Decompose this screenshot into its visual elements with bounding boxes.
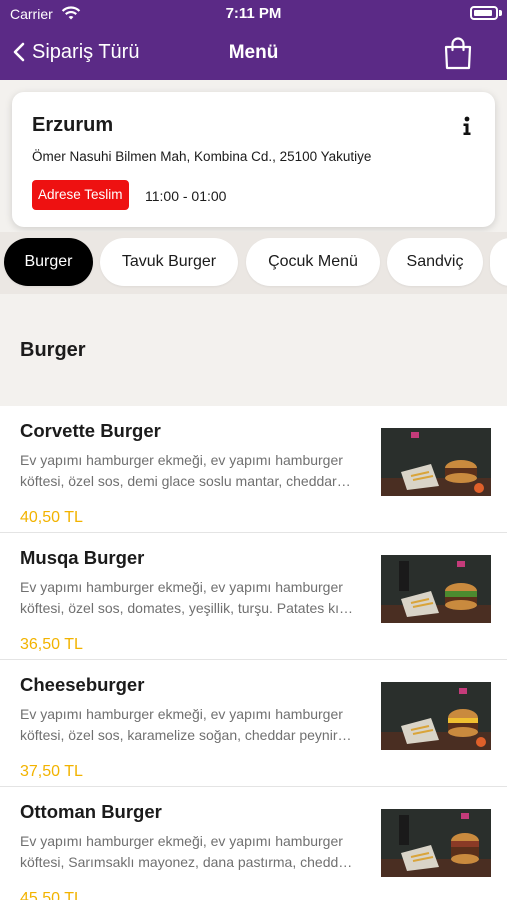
tab-cocuk-menu[interactable]: Çocuk Menü [246,238,380,286]
tab-tavuk-burger[interactable]: Tavuk Burger [100,238,238,286]
item-name: Corvette Burger [20,420,161,441]
item-description: Ev yapımı hamburger ekmeği, ev yapımı ha… [20,452,351,489]
opening-hours: 11:00 - 01:00 [145,188,227,204]
top-bar: Carrier 7:11 PM Sipariş Türü Menü [0,0,507,80]
battery-tip [499,10,502,16]
shopping-bag-icon[interactable] [443,36,473,70]
menu-item[interactable]: Musqa Burger Ev yapımı hamburger ekmeği,… [0,533,507,660]
info-icon[interactable] [459,116,475,136]
item-name: Musqa Burger [20,547,145,568]
item-photo [381,682,491,750]
store-address: Ömer Nasuhi Bilmen Mah, Kombina Cd., 251… [32,149,372,164]
section-title: Burger [20,339,86,361]
item-price: 45,50 TL [20,890,83,900]
item-description: Ev yapımı hamburger ekmeği, ev yapımı ha… [20,579,354,616]
clock: 7:11 PM [225,5,282,22]
item-description: Ev yapımı hamburger ekmeği, ev yapımı ha… [20,706,352,743]
navigation-bar: Sipariş Türü Menü [0,28,507,80]
item-price: 36,50 TL [20,636,83,653]
menu-item[interactable]: Cheeseburger Ev yapımı hamburger ekmeği,… [0,660,507,787]
delivery-type-badge: Adrese Teslim [32,180,129,210]
battery-icon [470,6,498,20]
menu-list: Corvette Burger Ev yapımı hamburger ekme… [0,406,507,900]
item-name: Ottoman Burger [20,801,162,822]
store-info-card: Erzurum Ömer Nasuhi Bilmen Mah, Kombina … [12,92,495,227]
item-description: Ev yapımı hamburger ekmeği, ev yapımı ha… [20,833,353,870]
item-name: Cheeseburger [20,674,145,695]
item-photo [381,428,491,496]
tab-burger[interactable]: Burger [4,238,93,286]
tab-sandvic[interactable]: Sandviç [387,238,483,286]
item-price: 37,50 TL [20,763,83,780]
status-bar: Carrier 7:11 PM [0,0,507,28]
menu-item[interactable]: Corvette Burger Ev yapımı hamburger ekme… [0,406,507,533]
item-price: 40,50 TL [20,509,83,526]
store-name: Erzurum [32,114,114,136]
item-photo [381,809,491,877]
item-photo [381,555,491,623]
page-title: Menü [228,42,279,63]
menu-item[interactable]: Ottoman Burger Ev yapımı hamburger ekmeğ… [0,787,507,900]
